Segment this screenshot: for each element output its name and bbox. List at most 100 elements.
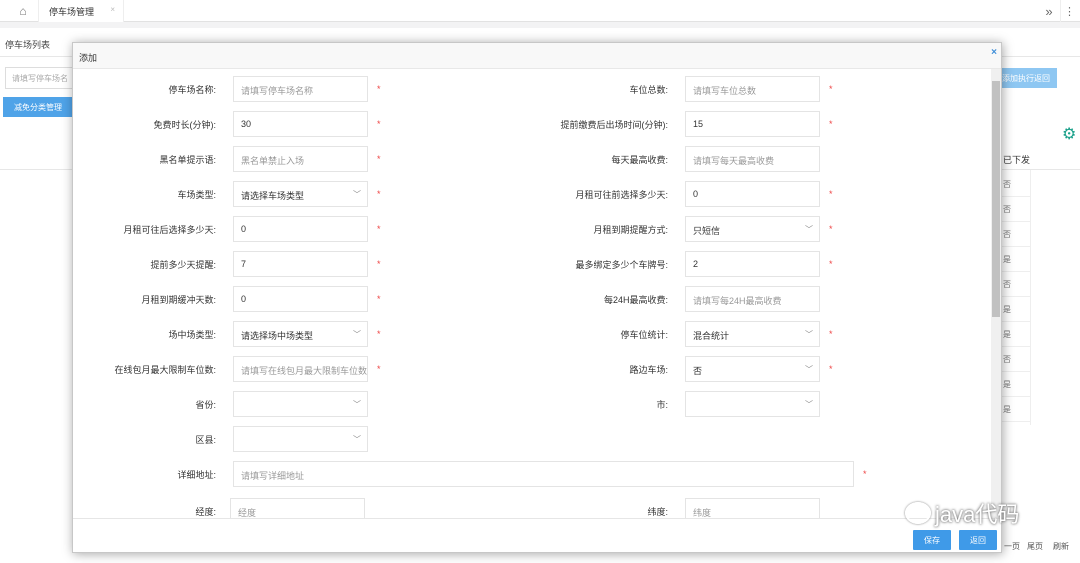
- required-mark: *: [377, 119, 381, 129]
- required-mark: *: [377, 224, 381, 234]
- lot-type-select[interactable]: 请选择车场类型 ﹀: [233, 181, 368, 207]
- required-mark: *: [829, 224, 833, 234]
- label-district: 区县:: [195, 435, 216, 445]
- online-monthly-limit-input[interactable]: 请填写在线包月最大限制车位数: [233, 356, 368, 382]
- chevron-down-icon: ﹀: [353, 190, 361, 199]
- required-mark: *: [377, 329, 381, 339]
- grace-days-input[interactable]: 0: [233, 286, 368, 312]
- form-row: 场中场类型: 请选择场中场类型 ﹀ * 停车位统计: 混合统计 ﹀ *: [73, 321, 991, 347]
- max-24h-fee-input[interactable]: 请填写每24H最高收费: [685, 286, 820, 312]
- form-row: 月租到期缓冲天数: 0 * 每24H最高收费: 请填写每24H最高收费: [73, 286, 991, 312]
- label-space-stats: 停车位统计:: [620, 330, 668, 340]
- back-button[interactable]: 返回: [959, 530, 997, 550]
- toolbar-action-button[interactable]: 添加执行返回: [995, 68, 1057, 88]
- label-monthly-after-days: 月租可往后选择多少天:: [123, 225, 216, 235]
- label-inner-lot-type: 场中场类型:: [168, 330, 216, 340]
- province-select[interactable]: ﹀: [233, 391, 368, 417]
- required-mark: *: [829, 119, 833, 129]
- form-row: 提前多少天提醒: 7 * 最多绑定多少个车牌号: 2 *: [73, 251, 991, 277]
- page-title: 停车场列表: [5, 40, 51, 50]
- parking-name-input[interactable]: 请填写停车场名称: [233, 76, 368, 102]
- address-input[interactable]: 请填写详细地址: [233, 461, 854, 487]
- form-row: 黑名单提示语: 黑名单禁止入场 * 每天最高收费: 请填写每天最高收费: [73, 146, 991, 172]
- modal-scrollbar[interactable]: [991, 69, 1001, 518]
- roadside-select[interactable]: 否 ﹀: [685, 356, 820, 382]
- table-cell: 否: [1000, 197, 1030, 222]
- latitude-input[interactable]: 纬度: [685, 498, 820, 518]
- tab-label: 停车场管理: [49, 6, 95, 17]
- remind-days-input[interactable]: 7: [233, 251, 368, 277]
- select-value: 否: [693, 366, 703, 376]
- form-row: 月租可往后选择多少天: 0 * 月租到期提醒方式: 只短信 ﹀ *: [73, 216, 991, 242]
- label-expire-reminder: 月租到期提醒方式:: [593, 225, 668, 235]
- label-monthly-before-days: 月租可往前选择多少天:: [575, 190, 668, 200]
- required-mark: *: [377, 154, 381, 164]
- label-free-minutes: 免费时长(分钟):: [153, 120, 217, 130]
- label-daily-max-fee: 每天最高收费:: [611, 155, 668, 165]
- label-max-24h-fee: 每24H最高收费:: [603, 295, 668, 305]
- required-mark: *: [863, 469, 867, 479]
- chevron-down-icon: ﹀: [805, 400, 813, 409]
- table-cell: 否: [1000, 172, 1030, 197]
- space-stats-select[interactable]: 混合统计 ﹀: [685, 321, 820, 347]
- add-parking-modal: 添加 × 停车场名称: 请填写停车场名称 * 车位总数: 请填写车位总数 * 免…: [72, 42, 1002, 553]
- tab-close-icon[interactable]: ×: [110, 5, 115, 14]
- close-icon[interactable]: ×: [991, 47, 997, 58]
- scrollbar-thumb[interactable]: [992, 81, 1000, 317]
- select-value: 混合统计: [693, 331, 730, 341]
- required-mark: *: [829, 189, 833, 199]
- label-blacklist-tip: 黑名单提示语:: [159, 155, 216, 165]
- gear-icon[interactable]: ⚙: [1062, 124, 1076, 144]
- exit-after-pay-input[interactable]: 15: [685, 111, 820, 137]
- form-row: 停车场名称: 请填写停车场名称 * 车位总数: 请填写车位总数 *: [73, 76, 991, 102]
- max-plates-input[interactable]: 2: [685, 251, 820, 277]
- home-icon[interactable]: ⌂: [10, 0, 36, 22]
- chevron-down-icon: ﹀: [353, 330, 361, 339]
- chevron-down-icon: ﹀: [353, 435, 361, 444]
- tab-parking-management[interactable]: 停车场管理 ×: [38, 0, 124, 22]
- watermark: java代码: [905, 497, 1019, 529]
- free-minutes-input[interactable]: 30: [233, 111, 368, 137]
- label-grace-days: 月租到期缓冲天数:: [141, 295, 216, 305]
- pager-prev-link[interactable]: 一页: [1004, 541, 1020, 552]
- scroll-tabs-icon[interactable]: »: [1040, 0, 1058, 22]
- required-mark: *: [377, 364, 381, 374]
- chevron-down-icon: ﹀: [805, 225, 813, 234]
- city-select[interactable]: ﹀: [685, 391, 820, 417]
- modal-footer: 保存 返回: [73, 518, 1001, 552]
- label-remind-days: 提前多少天提醒:: [150, 260, 216, 270]
- select-value: 请选择车场类型: [241, 191, 305, 201]
- required-mark: *: [829, 84, 833, 94]
- pager-refresh-link[interactable]: 刷新: [1053, 541, 1069, 552]
- table-cell: 是: [1000, 247, 1030, 272]
- monthly-after-days-input[interactable]: 0: [233, 216, 368, 242]
- pager-last-link[interactable]: 尾页: [1027, 541, 1043, 552]
- column-header-issued: 已下发: [1000, 146, 1080, 170]
- table-cell: 否: [1000, 222, 1030, 247]
- required-mark: *: [377, 294, 381, 304]
- chevron-down-icon: ﹀: [353, 400, 361, 409]
- table-cell: 是: [1000, 322, 1030, 347]
- form-row: 免费时长(分钟): 30 * 提前缴费后出场时间(分钟): 15 *: [73, 111, 991, 137]
- select-value: 请选择场中场类型: [241, 331, 314, 341]
- save-button[interactable]: 保存: [913, 530, 951, 550]
- total-spaces-input[interactable]: 请填写车位总数: [685, 76, 820, 102]
- table-cell: 是: [1000, 372, 1030, 397]
- top-tab-bar: ⌂ 停车场管理 × » ⋮: [0, 0, 1080, 22]
- monthly-before-days-input[interactable]: 0: [685, 181, 820, 207]
- inner-lot-type-select[interactable]: 请选择场中场类型 ﹀: [233, 321, 368, 347]
- discount-category-button[interactable]: 减免分类管理: [3, 97, 73, 117]
- table-cell: 是: [1000, 297, 1030, 322]
- label-total-spaces: 车位总数:: [629, 85, 668, 95]
- table-cell: 是: [1000, 397, 1030, 422]
- daily-max-fee-input[interactable]: 请填写每天最高收费: [685, 146, 820, 172]
- longitude-input[interactable]: 经度: [230, 498, 365, 518]
- expire-reminder-select[interactable]: 只短信 ﹀: [685, 216, 820, 242]
- label-city: 市:: [656, 400, 668, 410]
- search-input[interactable]: 请填写停车场名: [5, 67, 75, 89]
- district-select[interactable]: ﹀: [233, 426, 368, 452]
- blacklist-tip-input[interactable]: 黑名单禁止入场: [233, 146, 368, 172]
- label-province: 省份:: [195, 400, 216, 410]
- table-cell: 否: [1000, 347, 1030, 372]
- menu-more-icon[interactable]: ⋮: [1060, 0, 1078, 22]
